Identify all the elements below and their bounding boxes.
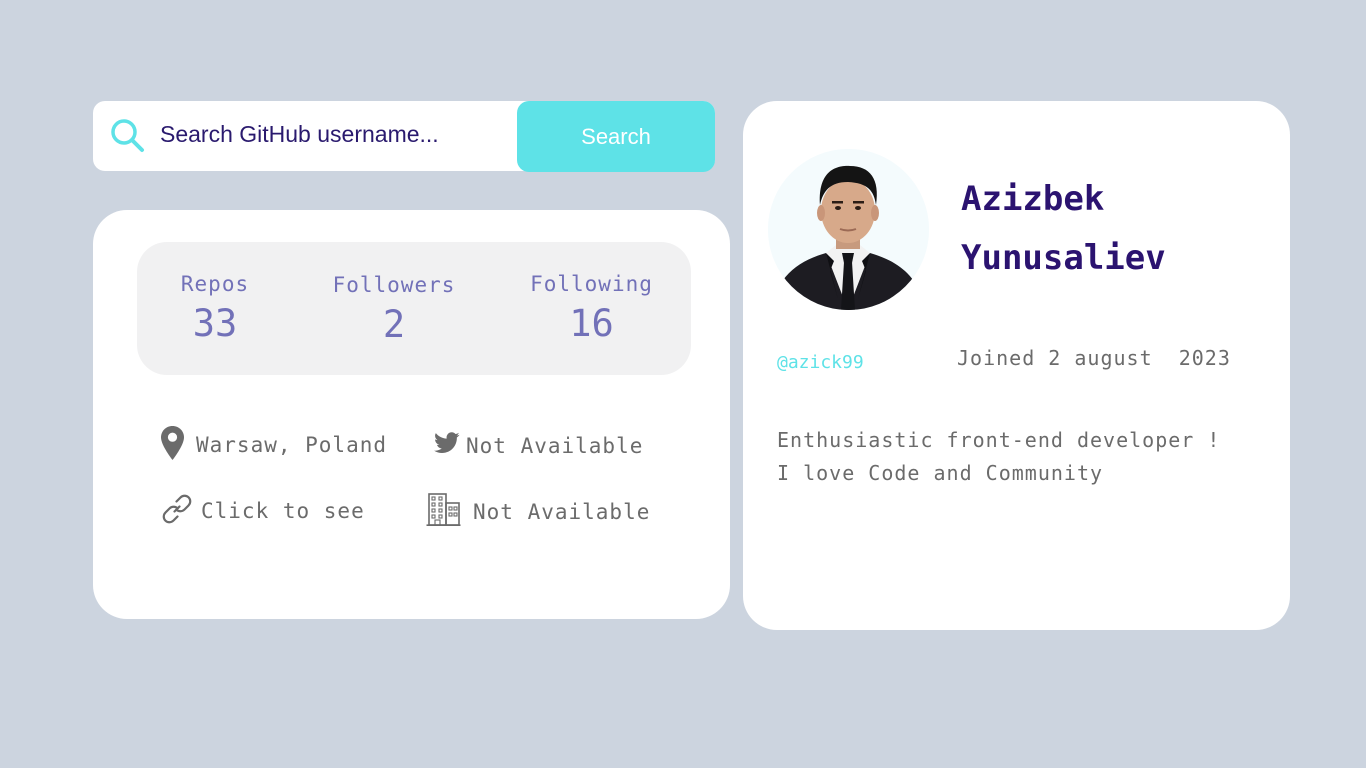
avatar [768, 149, 929, 310]
info-location: Warsaw, Poland [160, 425, 388, 466]
info-twitter: Not Available [434, 429, 643, 462]
location-text: Warsaw, Poland [196, 433, 388, 457]
twitter-icon [434, 432, 466, 459]
stat-value: 33 [192, 302, 238, 345]
stat-followers: Followers 2 [326, 273, 462, 346]
search-button[interactable]: Search [517, 101, 715, 172]
info-blog[interactable]: Click to see [161, 494, 365, 528]
stat-value: 2 [382, 303, 406, 346]
stat-repos: Repos 33 [155, 272, 275, 345]
blog-link[interactable]: Click to see [201, 499, 365, 523]
company-text: Not Available [473, 500, 651, 524]
profile-bio: Enthusiastic front-end developer ! I lov… [777, 428, 1221, 485]
link-icon [161, 493, 201, 530]
stat-label: Repos [180, 272, 250, 296]
stat-label: Followers [332, 273, 456, 297]
profile-name: Azizbek Yunusaliev [961, 179, 1166, 278]
profile-login-link[interactable]: @azick99 [777, 352, 864, 373]
location-pin-icon [160, 425, 196, 466]
twitter-text: Not Available [466, 433, 644, 458]
search-input[interactable] [160, 112, 500, 156]
stat-following: Following 16 [526, 272, 657, 345]
stat-value: 16 [569, 302, 614, 345]
search-icon [109, 117, 145, 153]
info-company: Not Available [426, 492, 651, 532]
stat-label: Following [530, 272, 653, 296]
building-icon [426, 492, 473, 532]
profile-joined-date: Joined 2 august 2023 [957, 346, 1231, 370]
